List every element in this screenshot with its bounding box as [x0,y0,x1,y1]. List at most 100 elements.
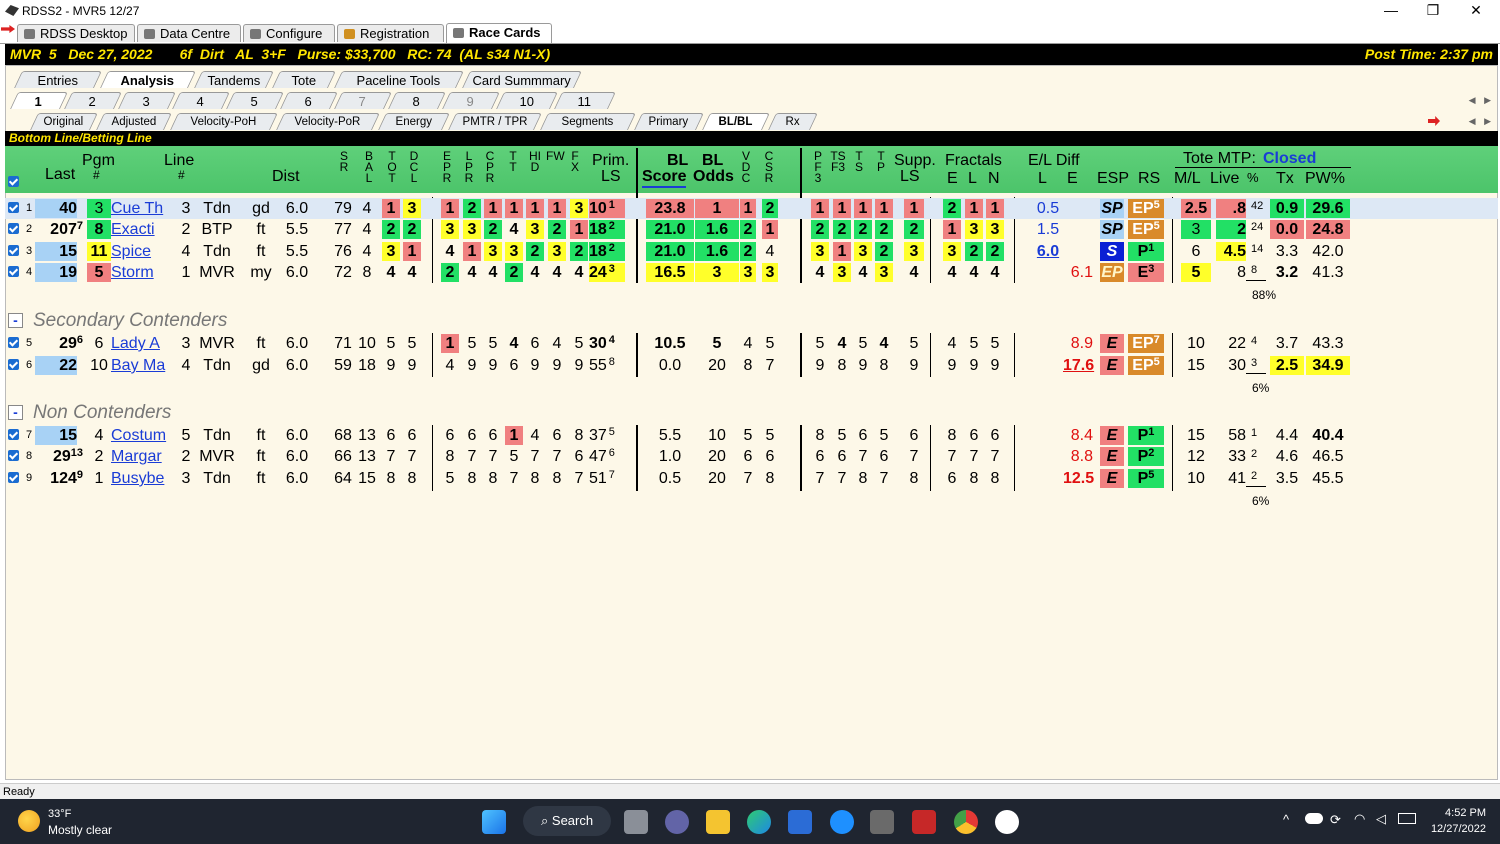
row-checkbox[interactable] [8,223,19,234]
close-button[interactable]: ✕ [1455,0,1497,22]
race-tab-2[interactable]: 2 [64,92,122,109]
cell-name[interactable]: Exacti [111,220,175,239]
tab-tandems[interactable]: Tandems [194,71,274,88]
row-checkbox[interactable] [8,245,19,256]
col-rs[interactable]: RS [1138,170,1160,188]
col-last[interactable]: Last [45,166,75,184]
table-row[interactable]: 1 40 3 Cue Th 3 Tdn gd 6.0 79 4 1 3 1 2 1 1 1 1 3 10 1 23.8 1 1… [5,198,1498,219]
col-live[interactable]: Live [1210,170,1239,188]
row-checkbox[interactable] [8,266,19,277]
chevron-up-icon[interactable]: ^ [1283,812,1289,827]
store-icon[interactable] [788,810,812,834]
table-row[interactable]: 2 2077 8 Exacti 2 BTP ft 5.5 77 4 2 2 3 3 2 4 3 2 1 18 2 21.0… [5,219,1498,240]
cell-name[interactable]: Lady A [111,334,175,353]
table-row[interactable]: 3 15 11 Spice 4 Tdn ft 5.5 76 4 3 1 4 1 3 3 2 3 2 18 2 21.0 1.… [5,241,1498,262]
tab-tote[interactable]: Tote [272,71,336,88]
subtab-primary[interactable]: Primary [634,113,704,130]
col-fractals[interactable]: Fractals [945,152,1002,170]
cell-name[interactable]: Storm [111,263,175,282]
edge-icon[interactable] [747,810,771,834]
col-tx[interactable]: Tx [1276,170,1294,188]
table-row[interactable]: 8 2913 2 Margar 2 MVR ft 6.0 66 13 7 7 8 7 7 5 7 7 6 47 6 1.0… [5,446,1498,467]
tab-entries[interactable]: Entries [14,71,102,88]
row-checkbox[interactable] [8,337,19,348]
race-tab-3[interactable]: 3 [118,92,176,109]
cell-name[interactable]: Costum [111,426,175,445]
row-checkbox[interactable] [8,472,19,483]
col-cpr[interactable]: CPR [484,150,496,184]
clock-date[interactable]: 12/27/2022 [1424,823,1486,835]
file-explorer-icon[interactable] [706,810,730,834]
col-fw[interactable]: FW [546,150,565,162]
table-row[interactable]: 7 15 4 Costum 5 Tdn ft 6.0 68 13 6 6 6 6 6 1 4 6 8 37 5 5.5 10… [5,425,1498,446]
cell-name[interactable]: Bay Ma [111,356,175,375]
task-view-icon[interactable] [624,810,648,834]
col-ml[interactable]: M/L [1174,170,1201,188]
subtab-velocity-poh[interactable]: Velocity-PoH [170,113,278,130]
cell-name-value[interactable]: Spice [111,243,151,260]
race-tab-6[interactable]: 6 [280,92,338,109]
col-ts[interactable]: TS [853,150,865,173]
cell-name-value[interactable]: Costum [111,427,166,444]
race-tab-10[interactable]: 10 [496,92,558,109]
cloud-icon[interactable] [1305,813,1323,824]
table-row[interactable]: 4 19 5 Storm 1 MVR my 6.0 72 8 4 4 2 4 4 2 4 4 4 24 3 16.5 3 3 3… [5,262,1498,302]
col-tot[interactable]: TOT [386,150,398,184]
cell-name-value[interactable]: Storm [111,264,154,281]
sub-tab-scroll-arrows[interactable]: ◀ ▶ [1469,116,1494,127]
cell-name-value[interactable]: Bay Ma [111,357,165,374]
subtab-velocity-por[interactable]: Velocity-PoR [276,113,380,130]
collapse-secondary-button[interactable]: - [8,313,23,328]
race-tab-11[interactable]: 11 [554,92,616,109]
cell-name[interactable]: Spice [111,242,175,261]
race-tab-4[interactable]: 4 [172,92,230,109]
race-tab-8[interactable]: 8 [388,92,446,109]
cell-name[interactable]: Margar [111,447,175,466]
tab-race-cards[interactable]: Race Cards [446,23,552,43]
col-pf3[interactable]: PF3 [812,150,824,184]
row-checkbox[interactable] [8,450,19,461]
col-csr[interactable]: CSR [763,150,775,184]
cell-name-value[interactable]: Margar [111,448,162,465]
subtab-pmtr-tpr[interactable]: PMTR / TPR [448,113,542,130]
cell-name-value[interactable]: Exacti [111,221,155,238]
help-icon[interactable] [830,810,854,834]
col-tt[interactable]: T T [507,150,519,173]
tab-analysis[interactable]: Analysis [100,71,196,88]
col-tp[interactable]: TP [875,150,887,173]
volume-icon[interactable]: ◁ [1376,811,1386,827]
chatgpt-icon[interactable] [995,810,1019,834]
col-tsf3[interactable]: TSF3 [830,150,846,173]
col-hid[interactable]: HID [529,150,541,173]
select-all-checkbox[interactable] [8,176,19,187]
wifi-icon[interactable]: ◠ [1354,811,1365,827]
race-tab-scroll-arrows[interactable]: ◀ ▶ [1469,95,1494,106]
subtab-original[interactable]: Original [30,113,98,130]
chat-icon[interactable] [665,810,689,834]
mcafee-icon[interactable] [912,810,936,834]
table-row[interactable]: 5 296 6 Lady A 3 MVR ft 6.0 71 10 5 5 1 5 5 4 6 4 5 30 4 10.5… [5,333,1498,354]
col-el-diff[interactable]: E/L Diff [1028,152,1080,170]
subtab-segments[interactable]: Segments [540,113,636,130]
cell-name-value[interactable]: Busybe [111,470,164,487]
battery-icon[interactable] [1398,813,1416,824]
col-sr[interactable]: SR [338,150,350,173]
tab-paceline-tools[interactable]: Paceline Tools [334,71,464,88]
race-tab-7[interactable]: 7 [334,92,392,109]
col-lpr[interactable]: LPR [463,150,475,184]
race-tab-9[interactable]: 9 [442,92,500,109]
col-pct[interactable]: % [1247,170,1259,185]
weather-icon[interactable] [18,810,40,832]
race-tab-1[interactable]: 1 [10,92,68,109]
minimize-button[interactable]: — [1370,0,1412,22]
tab-data-centre[interactable]: Data Centre [137,24,241,42]
subtab-adjusted[interactable]: Adjusted [96,113,172,130]
col-bl-odds[interactable]: Odds [693,168,734,186]
row-checkbox[interactable] [8,359,19,370]
col-vdc[interactable]: VDC [740,150,752,184]
cell-name[interactable]: Cue Th [111,199,175,218]
table-row[interactable]: 9 1249 1 Busybe 3 Tdn ft 6.0 64 15 8 8 5 8 8 7 8 8 7 51 7 0.5… [5,468,1498,508]
cell-name-value[interactable]: Lady A [111,335,160,352]
col-bl-score[interactable]: Score [642,168,687,188]
subtab-rx[interactable]: Rx [768,113,818,130]
